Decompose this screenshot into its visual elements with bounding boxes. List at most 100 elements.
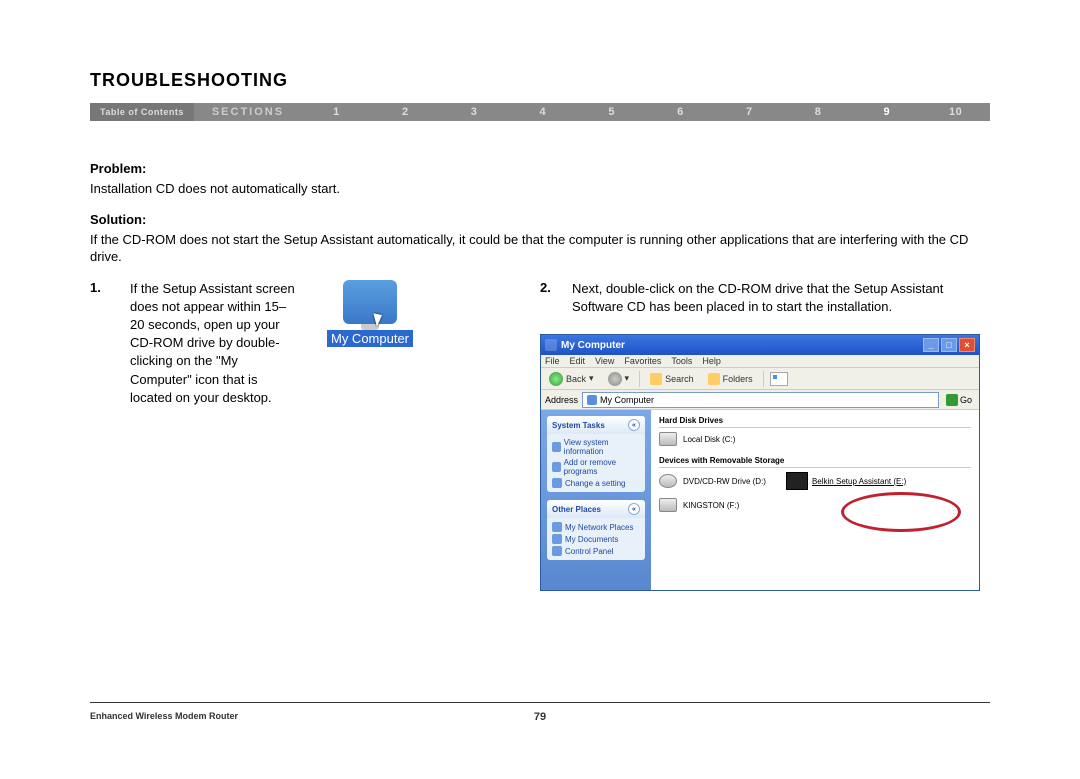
xp-menu-bar: File Edit View Favorites Tools Help [541, 355, 979, 368]
step-2-text: Next, double-click on the CD-ROM drive t… [572, 280, 990, 316]
address-label: Address [545, 395, 578, 405]
system-tasks-header: System Tasks [552, 421, 605, 430]
change-setting-link[interactable]: Change a setting [552, 477, 640, 489]
highlight-circle [841, 492, 961, 532]
network-places-link[interactable]: My Network Places [552, 521, 640, 533]
local-disk-c[interactable]: Local Disk (C:) [659, 432, 735, 446]
chevron-down-icon: ▾ [589, 373, 594, 384]
content-area: Problem: Installation CD does not automa… [90, 121, 990, 591]
nav-num-8[interactable]: 8 [784, 106, 853, 118]
nav-toc[interactable]: Table of Contents [90, 103, 194, 121]
xp-title-bar: My Computer _ □ × [541, 335, 979, 355]
footer-page-number: 79 [534, 711, 546, 723]
nav-num-9[interactable]: 9 [852, 106, 921, 118]
setup-drive-icon [786, 472, 808, 490]
step-1-number: 1. [90, 280, 110, 591]
nav-bar: Table of Contents SECTIONS 1 2 3 4 5 6 7… [90, 103, 990, 121]
search-button[interactable]: Search [646, 372, 698, 386]
view-system-info-link[interactable]: View system information [552, 437, 640, 457]
page-title: TROUBLESHOOTING [90, 70, 990, 91]
step-2-block: 2. Next, double-click on the CD-ROM driv… [540, 280, 990, 591]
maximize-button[interactable]: □ [941, 338, 957, 352]
removable-drive-icon [659, 498, 677, 512]
nav-num-2[interactable]: 2 [371, 106, 440, 118]
info-icon [552, 442, 561, 452]
xp-title-icon [545, 339, 557, 351]
dvd-cd-rw-drive[interactable]: DVD/CD-RW Drive (D:) [659, 472, 766, 490]
my-computer-label: My Computer [327, 330, 413, 347]
nav-num-6[interactable]: 6 [646, 106, 715, 118]
back-label: Back [566, 374, 586, 384]
footer-product-name: Enhanced Wireless Modem Router [90, 711, 238, 721]
address-field[interactable]: My Computer [582, 392, 939, 408]
xp-my-computer-window: My Computer _ □ × File Edit View Favorit… [540, 334, 980, 591]
control-panel-link[interactable]: Control Panel [552, 545, 640, 557]
close-button[interactable]: × [959, 338, 975, 352]
xp-sidebar: System Tasks « View system information A… [541, 410, 651, 590]
menu-help[interactable]: Help [702, 356, 721, 366]
folders-icon [708, 373, 720, 385]
chevron-down-icon: ▾ [625, 373, 630, 384]
forward-button[interactable]: ▾ [604, 371, 634, 387]
folders-button[interactable]: Folders [704, 372, 757, 386]
search-icon [650, 373, 662, 385]
toolbar-separator [763, 371, 764, 387]
nav-num-3[interactable]: 3 [440, 106, 509, 118]
other-places-panel: Other Places « My Network Places My Docu… [547, 500, 645, 560]
kingston-drive[interactable]: KINGSTON (F:) [659, 498, 739, 512]
belkin-setup-drive[interactable]: Belkin Setup Assistant (E:) [786, 472, 906, 490]
drive-label: DVD/CD-RW Drive (D:) [683, 477, 766, 486]
solution-label: Solution: [90, 212, 990, 227]
folders-label: Folders [723, 374, 753, 384]
go-label: Go [960, 395, 972, 405]
collapse-button[interactable]: « [628, 503, 640, 515]
back-icon [549, 372, 563, 386]
network-icon [552, 522, 562, 532]
my-documents-link[interactable]: My Documents [552, 533, 640, 545]
hard-drive-icon [659, 432, 677, 446]
add-remove-programs-link[interactable]: Add or remove programs [552, 457, 640, 477]
page-footer: Enhanced Wireless Modem Router 79 [90, 702, 990, 721]
problem-text: Installation CD does not automatically s… [90, 180, 990, 198]
xp-title-text: My Computer [561, 340, 625, 351]
cd-drive-icon [659, 474, 677, 488]
step-1-text: If the Setup Assistant screen does not a… [130, 280, 300, 591]
step-2-number: 2. [540, 280, 560, 316]
go-icon [946, 394, 958, 406]
problem-label: Problem: [90, 161, 990, 176]
menu-view[interactable]: View [595, 356, 614, 366]
views-button[interactable] [770, 372, 788, 386]
menu-tools[interactable]: Tools [671, 356, 692, 366]
forward-icon [608, 372, 622, 386]
nav-num-10[interactable]: 10 [921, 106, 990, 118]
nav-num-7[interactable]: 7 [715, 106, 784, 118]
nav-num-1[interactable]: 1 [302, 106, 371, 118]
nav-numbers: 1 2 3 4 5 6 7 8 9 10 [302, 103, 990, 121]
xp-toolbar: Back ▾ ▾ Search Folders [541, 368, 979, 390]
drive-label: KINGSTON (F:) [683, 501, 739, 510]
nav-sections-label: SECTIONS [194, 103, 302, 121]
menu-favorites[interactable]: Favorites [624, 356, 661, 366]
xp-address-bar: Address My Computer Go [541, 390, 979, 410]
address-value: My Computer [600, 395, 654, 405]
solution-text: If the CD-ROM does not start the Setup A… [90, 231, 990, 266]
menu-edit[interactable]: Edit [570, 356, 586, 366]
removable-storage-header: Devices with Removable Storage [659, 454, 971, 468]
menu-file[interactable]: File [545, 356, 560, 366]
back-button[interactable]: Back ▾ [545, 371, 598, 387]
computer-icon [587, 395, 597, 405]
nav-num-5[interactable]: 5 [577, 106, 646, 118]
other-places-header: Other Places [552, 505, 601, 514]
system-tasks-panel: System Tasks « View system information A… [547, 416, 645, 492]
collapse-button[interactable]: « [628, 419, 640, 431]
minimize-button[interactable]: _ [923, 338, 939, 352]
drive-label: Local Disk (C:) [683, 435, 735, 444]
hard-disk-header: Hard Disk Drives [659, 414, 971, 428]
xp-main-pane: Hard Disk Drives Local Disk (C:) Devices… [651, 410, 979, 590]
drive-label: Belkin Setup Assistant (E:) [812, 477, 906, 486]
go-button[interactable]: Go [943, 394, 975, 406]
my-computer-desktop-icon: My Computer [320, 280, 420, 591]
settings-icon [552, 478, 562, 488]
toolbar-separator [639, 371, 640, 387]
nav-num-4[interactable]: 4 [508, 106, 577, 118]
